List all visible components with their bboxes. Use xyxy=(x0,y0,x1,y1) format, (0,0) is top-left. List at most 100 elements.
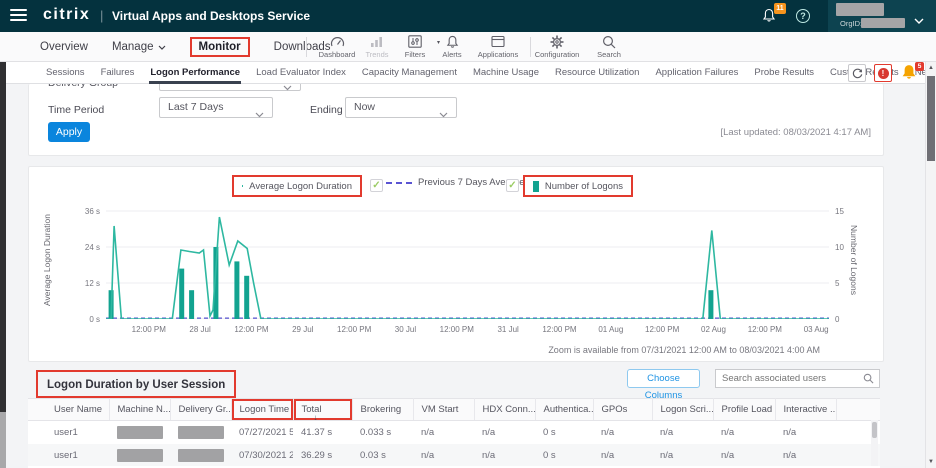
tab-logon-performance[interactable]: Logon Performance xyxy=(149,63,241,83)
time-period-label: Time Period xyxy=(48,104,104,116)
column-header-logon-scri-[interactable]: Logon Scri... xyxy=(652,399,713,421)
scroll-down-arrow[interactable]: ▼ xyxy=(926,459,936,465)
time-period-dropdown[interactable]: Last 7 Days xyxy=(159,97,273,118)
table-row[interactable]: user107/30/2021 2...36.29 s0.03 sn/an/a0… xyxy=(28,444,880,467)
citrix-monitor-screen: citrix | Virtual Apps and Desktops Servi… xyxy=(0,0,936,468)
delivery-group-label: Delivery Group xyxy=(48,84,118,89)
column-header-authentica-[interactable]: Authentica... xyxy=(535,399,593,421)
annotation-number-of-logons: Number of Logons xyxy=(523,175,633,197)
redacted-org-id xyxy=(861,18,905,28)
x-axis-tick-label: 12:00 PM xyxy=(337,325,371,334)
tab-machine-usage[interactable]: Machine Usage xyxy=(472,63,540,83)
last-updated-text: [Last updated: 08/03/2021 4:17 AM] xyxy=(720,127,871,138)
column-header-total[interactable]: Total↓ xyxy=(293,399,352,421)
search-icon[interactable] xyxy=(863,373,874,384)
account-chevron-down-icon[interactable] xyxy=(914,12,924,30)
collapsed-sidebar-strip-end xyxy=(0,412,6,468)
toolbar-applications-button[interactable]: Applications xyxy=(475,34,521,61)
tool-label: Search xyxy=(586,50,632,59)
x-axis-tick-label: 31 Jul xyxy=(497,325,518,334)
column-header-machine-n-[interactable]: Machine N... xyxy=(109,399,170,421)
column-header-hdx-conn-[interactable]: HDX Conn... xyxy=(474,399,535,421)
table-cell: n/a xyxy=(652,421,713,444)
table-scrollbar-thumb[interactable] xyxy=(872,422,877,438)
nav-item-overview[interactable]: Overview xyxy=(40,41,88,53)
tab-capacity-management[interactable]: Capacity Management xyxy=(361,63,458,83)
prev-7-days-checkbox[interactable]: ✓ xyxy=(370,179,383,192)
tab-sessions[interactable]: Sessions xyxy=(45,63,86,83)
legend-item-previous-7-days: Previous 7 Days Average xyxy=(386,177,525,188)
chart-plot-area[interactable] xyxy=(106,201,829,319)
delivery-group-dropdown[interactable] xyxy=(159,84,301,91)
table-row[interactable]: user107/27/2021 5...41.37 s0.033 sn/an/a… xyxy=(28,421,880,444)
toolbar-search-button[interactable]: Search xyxy=(586,34,632,61)
page-scrollbar[interactable]: ▲ ▼ xyxy=(925,62,936,468)
warning-count-badge: 5 xyxy=(915,62,924,71)
tab-resource-utilization[interactable]: Resource Utilization xyxy=(554,63,640,83)
left-axis-tick-label: 36 s xyxy=(68,207,100,216)
legend-label: Number of Logons xyxy=(545,181,623,192)
table-title: Logon Duration by User Session xyxy=(47,379,225,391)
help-icon[interactable]: ? xyxy=(796,9,810,23)
table-cell-redacted xyxy=(170,421,231,444)
tab-failures[interactable]: Failures xyxy=(100,63,136,83)
column-header-filler xyxy=(836,399,880,421)
choose-columns-button[interactable]: Choose Columns xyxy=(627,369,700,388)
number-of-logons-checkbox[interactable]: ✓ xyxy=(506,179,519,192)
scroll-up-arrow[interactable]: ▲ xyxy=(926,65,936,71)
citrix-logo: citrix xyxy=(43,6,90,24)
column-header-logon-time[interactable]: Logon Time xyxy=(231,399,293,421)
table-cell: 0 s xyxy=(535,444,593,467)
table-scrollbar[interactable] xyxy=(871,420,878,466)
chevron-down-icon xyxy=(158,41,166,53)
ending-dropdown[interactable]: Now xyxy=(345,97,457,118)
tab-load-evaluator-index[interactable]: Load Evaluator Index xyxy=(255,63,347,83)
table-cell: 07/27/2021 5... xyxy=(231,421,293,444)
right-axis-tick-label: 5 xyxy=(835,279,855,288)
ending-label: Ending xyxy=(310,104,343,116)
x-axis-tick-label: 12:00 PM xyxy=(542,325,576,334)
toolbar-configuration-button[interactable]: Configuration xyxy=(534,34,580,61)
toolbar-alerts-button[interactable]: Alerts xyxy=(429,34,475,61)
table-cell: 0.033 s xyxy=(352,421,413,444)
refresh-button[interactable] xyxy=(848,64,866,82)
column-header-vm-start[interactable]: VM Start xyxy=(413,399,474,421)
column-header-delivery-gr-[interactable]: Delivery Gr... xyxy=(170,399,231,421)
page-scrollbar-thumb[interactable] xyxy=(927,76,935,161)
search-input[interactable] xyxy=(722,370,860,387)
table-cell: n/a xyxy=(593,421,652,444)
error-alert-button[interactable]: ! xyxy=(874,64,892,82)
apply-button[interactable]: Apply xyxy=(48,122,90,142)
x-axis-tick-label: 12:00 PM xyxy=(234,325,268,334)
hamburger-menu-icon[interactable] xyxy=(10,9,27,23)
column-header-profile-load[interactable]: Profile Load xyxy=(713,399,775,421)
warning-alert-button[interactable]: 5 xyxy=(901,64,923,82)
table-cell: 0.03 s xyxy=(352,444,413,467)
monitor-tabs: Sessions Failures Logon Performance Load Ev… xyxy=(45,62,936,84)
x-axis-tick-label: 12:00 PM xyxy=(440,325,474,334)
tab-application-failures[interactable]: Application Failures xyxy=(654,63,739,83)
nav-item-manage[interactable]: Manage xyxy=(112,41,166,53)
annotation-avg-logon-duration: Average Logon Duration xyxy=(232,175,362,197)
annotation-table-title: Logon Duration by User Session xyxy=(36,370,236,398)
tab-probe-results[interactable]: Probe Results xyxy=(753,63,815,83)
redacted-cell xyxy=(117,449,163,462)
main-toolbar: OverviewManageMonitorDownloads Dashboard… xyxy=(0,32,936,62)
logon-duration-table: User NameMachine N...Delivery Gr...Logon… xyxy=(28,398,880,467)
nav-item-monitor[interactable]: Monitor xyxy=(199,41,241,53)
redacted-cell xyxy=(178,449,224,462)
toolbar-divider xyxy=(306,37,307,57)
filter-panel: Delivery Group Time Period Last 7 Days E… xyxy=(28,84,884,156)
left-axis-tick-label: 12 s xyxy=(68,279,100,288)
column-header-user-name[interactable]: User Name xyxy=(28,399,109,421)
column-header-brokering[interactable]: Brokering xyxy=(352,399,413,421)
column-header-interactive-[interactable]: Interactive ... xyxy=(775,399,836,421)
monitor-tab-bar: Sessions Failures Logon Performance Load Ev… xyxy=(0,62,936,84)
table-cell-redacted xyxy=(109,421,170,444)
x-axis-tick-label: 03 Aug xyxy=(804,325,829,334)
collapsed-sidebar-strip xyxy=(0,62,6,412)
error-icon: ! xyxy=(878,68,889,79)
account-menu[interactable]: OrgID: xyxy=(828,0,936,32)
column-header-gpos[interactable]: GPOs xyxy=(593,399,652,421)
table-cell: user1 xyxy=(28,421,109,444)
